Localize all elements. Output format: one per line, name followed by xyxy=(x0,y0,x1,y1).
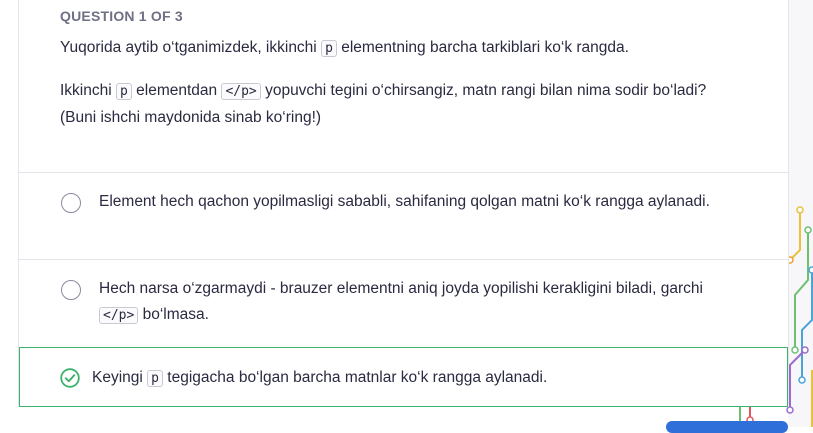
inline-code-p: p xyxy=(116,83,132,100)
prompt-text-b: elementdan xyxy=(131,82,222,99)
answer-option-1[interactable]: Element hech qachon yopilmasligi sababli… xyxy=(19,173,788,259)
inline-code-closing-p: </p> xyxy=(99,307,139,324)
option-text-after: tegigacha bo‘lgan barcha matnlar ko‘k ra… xyxy=(162,369,548,386)
intro-text-after: elementning barcha tarkiblari ko‘k rangd… xyxy=(336,39,629,56)
question-prompt: Ikkinchi p elementdan </p> yopuvchi tegi… xyxy=(60,78,740,131)
option-text-after: bo‘lmasa. xyxy=(138,306,209,323)
answer-option-2[interactable]: Hech narsa o‘zgarmaydi - brauzer element… xyxy=(19,260,788,346)
inline-code-p: p xyxy=(147,370,163,387)
option-text-before: Hech narsa o‘zgarmaydi - brauzer element… xyxy=(99,280,703,297)
radio-button[interactable] xyxy=(61,280,81,300)
continue-button[interactable] xyxy=(666,421,788,433)
radio-button[interactable] xyxy=(61,193,81,213)
answer-option-3-correct[interactable]: Keyingi p tegigacha bo‘lgan barcha matnl… xyxy=(19,347,788,407)
inline-code-closing-p: </p> xyxy=(221,83,261,100)
quiz-card: QUESTION 1 OF 3 Yuqorida aytib o‘tganimi… xyxy=(18,0,789,407)
answer-option-text: Hech narsa o‘zgarmaydi - brauzer element… xyxy=(99,276,739,329)
option-text-before: Keyingi xyxy=(92,369,148,386)
intro-text-before: Yuqorida aytib o‘tganimizdek, ikkinchi xyxy=(60,39,322,56)
inline-code-p: p xyxy=(321,40,337,57)
question-intro: Yuqorida aytib o‘tganimizdek, ikkinchi p… xyxy=(60,35,740,62)
prompt-text-a: Ikkinchi xyxy=(60,82,116,99)
question-counter: QUESTION 1 OF 3 xyxy=(60,8,183,24)
answer-option-text: Element hech qachon yopilmasligi sababli… xyxy=(99,193,710,210)
check-circle-icon xyxy=(60,368,80,388)
answer-option-text: Keyingi p tegigacha bo‘lgan barcha matnl… xyxy=(92,365,732,392)
